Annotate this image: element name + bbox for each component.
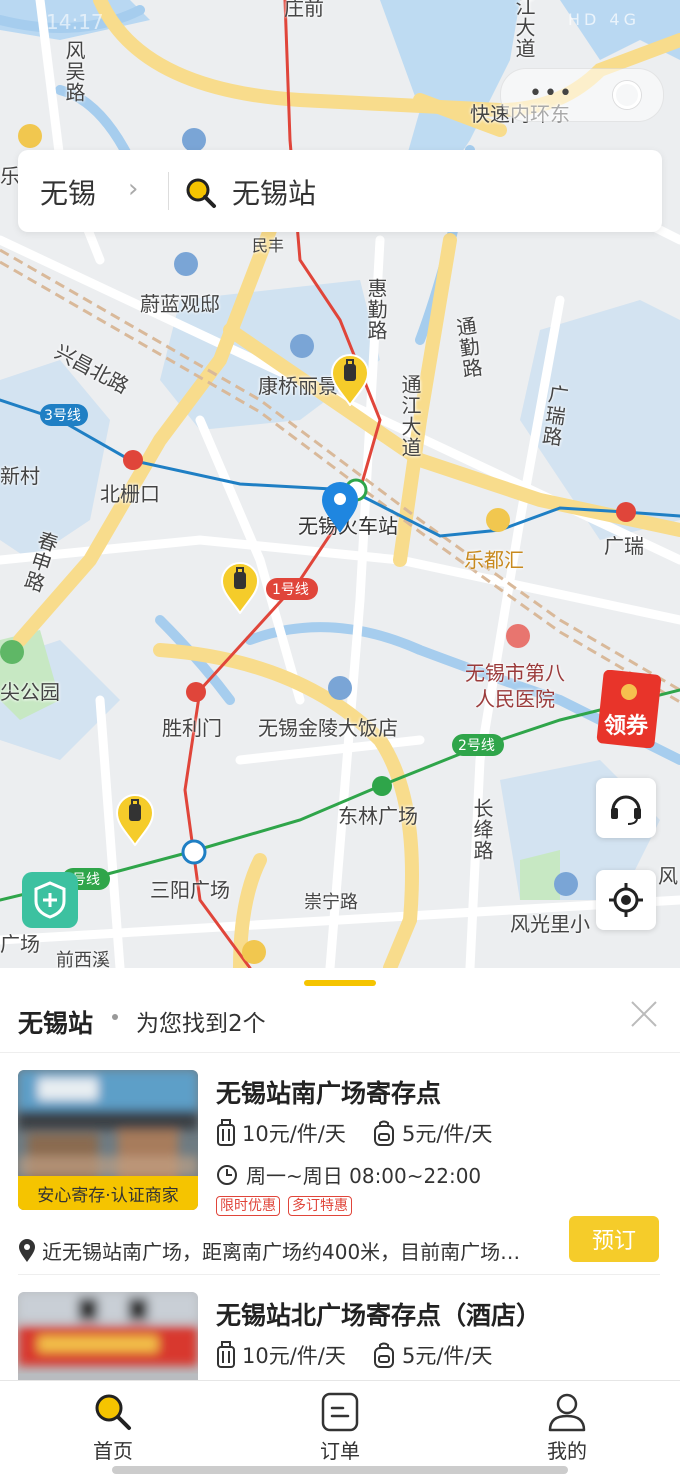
headset-icon [611,795,641,825]
map-label: 江大道 [512,0,536,59]
store-photo [18,1292,198,1380]
map-label: 新村 [0,464,40,488]
price-bag: 5元/件/天 [372,1340,493,1370]
map-label: 通江大道 [398,374,422,458]
chevron-right-icon: › [128,174,139,204]
store-name: 无锡站南广场寄存点 [216,1079,442,1108]
map-label: 惠勤路 [364,278,388,341]
shield-icon [34,881,66,919]
map-label: 乐 [0,164,20,188]
map-label: 庄前 [284,0,324,20]
location-pin-icon [322,482,358,533]
certified-badge: 安心寄存·认证商家 [18,1176,198,1210]
safety-button[interactable] [22,872,78,928]
search-bar[interactable]: 无锡 › 无锡站 [18,150,662,232]
opening-hours: 周一~周日 08:00~22:00 [216,1160,481,1189]
panel-title: 无锡站 [18,1009,94,1038]
luggage-pin-icon[interactable] [221,562,259,614]
location-icon [19,1238,35,1262]
backpack-icon [374,1342,394,1368]
map-label: 民丰 [252,236,285,255]
profile-icon [548,1393,586,1432]
map-label: 乐都汇 [464,548,524,572]
map-label: 前西溪 [56,950,110,968]
coupon-label: 领券 [604,714,649,739]
map-label: 三阳广场 [150,878,230,902]
opening-hours-text: 周一~周日 08:00~22:00 [246,1164,482,1188]
locate-button[interactable] [596,870,656,930]
search-icon [95,1394,131,1430]
results-count: 为您找到2个 [136,1011,266,1037]
luggage-icon [217,1119,235,1146]
map-view[interactable]: 14:17 HD 4G 庄前 风吴路 江大道 快速内环东 乐 民丰 蔚蓝观邸 惠… [0,0,680,968]
store-address: 近无锡站南广场，距离南广场约400米，目前南广场… [18,1236,548,1265]
customer-service-button[interactable] [596,778,656,838]
results-panel: 无锡站 为您找到2个 安心寄存·认证商家 无锡站南广场寄存点 10元/件/天 5… [0,968,680,1380]
map-label: 风光里小 [510,912,590,936]
map-label: 广瑞 [604,534,644,558]
price-luggage-text: 10元/件/天 [242,1122,346,1146]
tab-label: 首页 [93,1439,133,1463]
promo-tag: 限时优惠 [216,1196,280,1216]
more-icon[interactable]: ••• [529,81,574,106]
divider [168,172,169,210]
map-label: 无锡金陵大饭店 [258,716,398,740]
result-card[interactable]: 安心寄存·认证商家 无锡站南广场寄存点 10元/件/天 5元/件/天 周一~周日… [0,1052,680,1264]
map-label: 尖公园 [0,680,60,704]
tab-home[interactable]: 首页 [53,1391,173,1464]
tab-orders[interactable]: 订单 [280,1391,400,1464]
luggage-icon [217,1341,235,1368]
store-name: 无锡站北广场寄存点（酒店） [216,1301,542,1330]
dot-separator [112,1014,118,1020]
map-label: 风 [658,864,678,888]
order-icon [321,1392,359,1432]
search-input[interactable]: 无锡站 [232,172,316,212]
metro-line-1-badge: 1号线 [272,582,309,598]
map-label: 长绛路 [470,798,494,861]
map-label: 北栅口 [100,482,160,506]
metro-line-2-badge: 2号线 [458,738,495,754]
map-label: 康桥丽景 [258,374,338,398]
promo-tag: 多订特惠 [288,1196,352,1216]
close-miniprogram-icon[interactable] [613,81,641,109]
status-time: 14:17 [46,10,104,34]
map-label: 东林广场 [338,804,418,828]
book-button[interactable]: 预订 [569,1216,659,1262]
backpack-icon [374,1120,394,1146]
blurred-photo [18,1292,198,1380]
drag-handle[interactable] [304,980,376,986]
map-label: 蔚蓝观邸 [140,292,220,316]
price-luggage-text: 10元/件/天 [242,1344,346,1368]
clock-icon [217,1164,237,1185]
map-label: 无锡市第八人民医院 [465,661,565,711]
price-luggage: 10元/件/天 [216,1340,346,1370]
price-bag-text: 5元/件/天 [402,1344,493,1368]
tab-label: 订单 [320,1439,360,1463]
map-label: 胜利门 [162,716,222,740]
miniprogram-capsule[interactable]: ••• [500,68,664,122]
luggage-pin-icon[interactable] [331,354,369,406]
coupon-button[interactable]: 领券 [596,669,662,749]
close-icon[interactable] [628,998,660,1030]
price-bag: 5元/件/天 [372,1118,493,1148]
tab-bar: 首页 订单 我的 [0,1380,680,1475]
city-selector[interactable]: 无锡 [40,172,96,212]
map-label: 风吴路 [62,40,86,103]
store-address-text: 近无锡站南广场，距离南广场约400米，目前南广场… [42,1240,521,1264]
metro-line-3-badge: 3号线 [44,408,81,424]
map-label: 崇宁路 [304,892,358,913]
store-photo: 安心寄存·认证商家 [18,1070,198,1210]
map-label: 广场 [0,932,40,956]
result-card[interactable]: 无锡站北广场寄存点（酒店） 10元/件/天 5元/件/天 [0,1274,680,1380]
home-indicator [112,1466,568,1474]
luggage-pin-icon[interactable] [116,794,154,846]
price-luggage: 10元/件/天 [216,1118,346,1148]
locate-icon [609,883,643,917]
price-bag-text: 5元/件/天 [402,1122,493,1146]
search-icon [186,178,216,208]
tab-label: 我的 [547,1439,587,1463]
tab-profile[interactable]: 我的 [507,1391,627,1464]
status-icons: HD 4G [567,10,640,29]
